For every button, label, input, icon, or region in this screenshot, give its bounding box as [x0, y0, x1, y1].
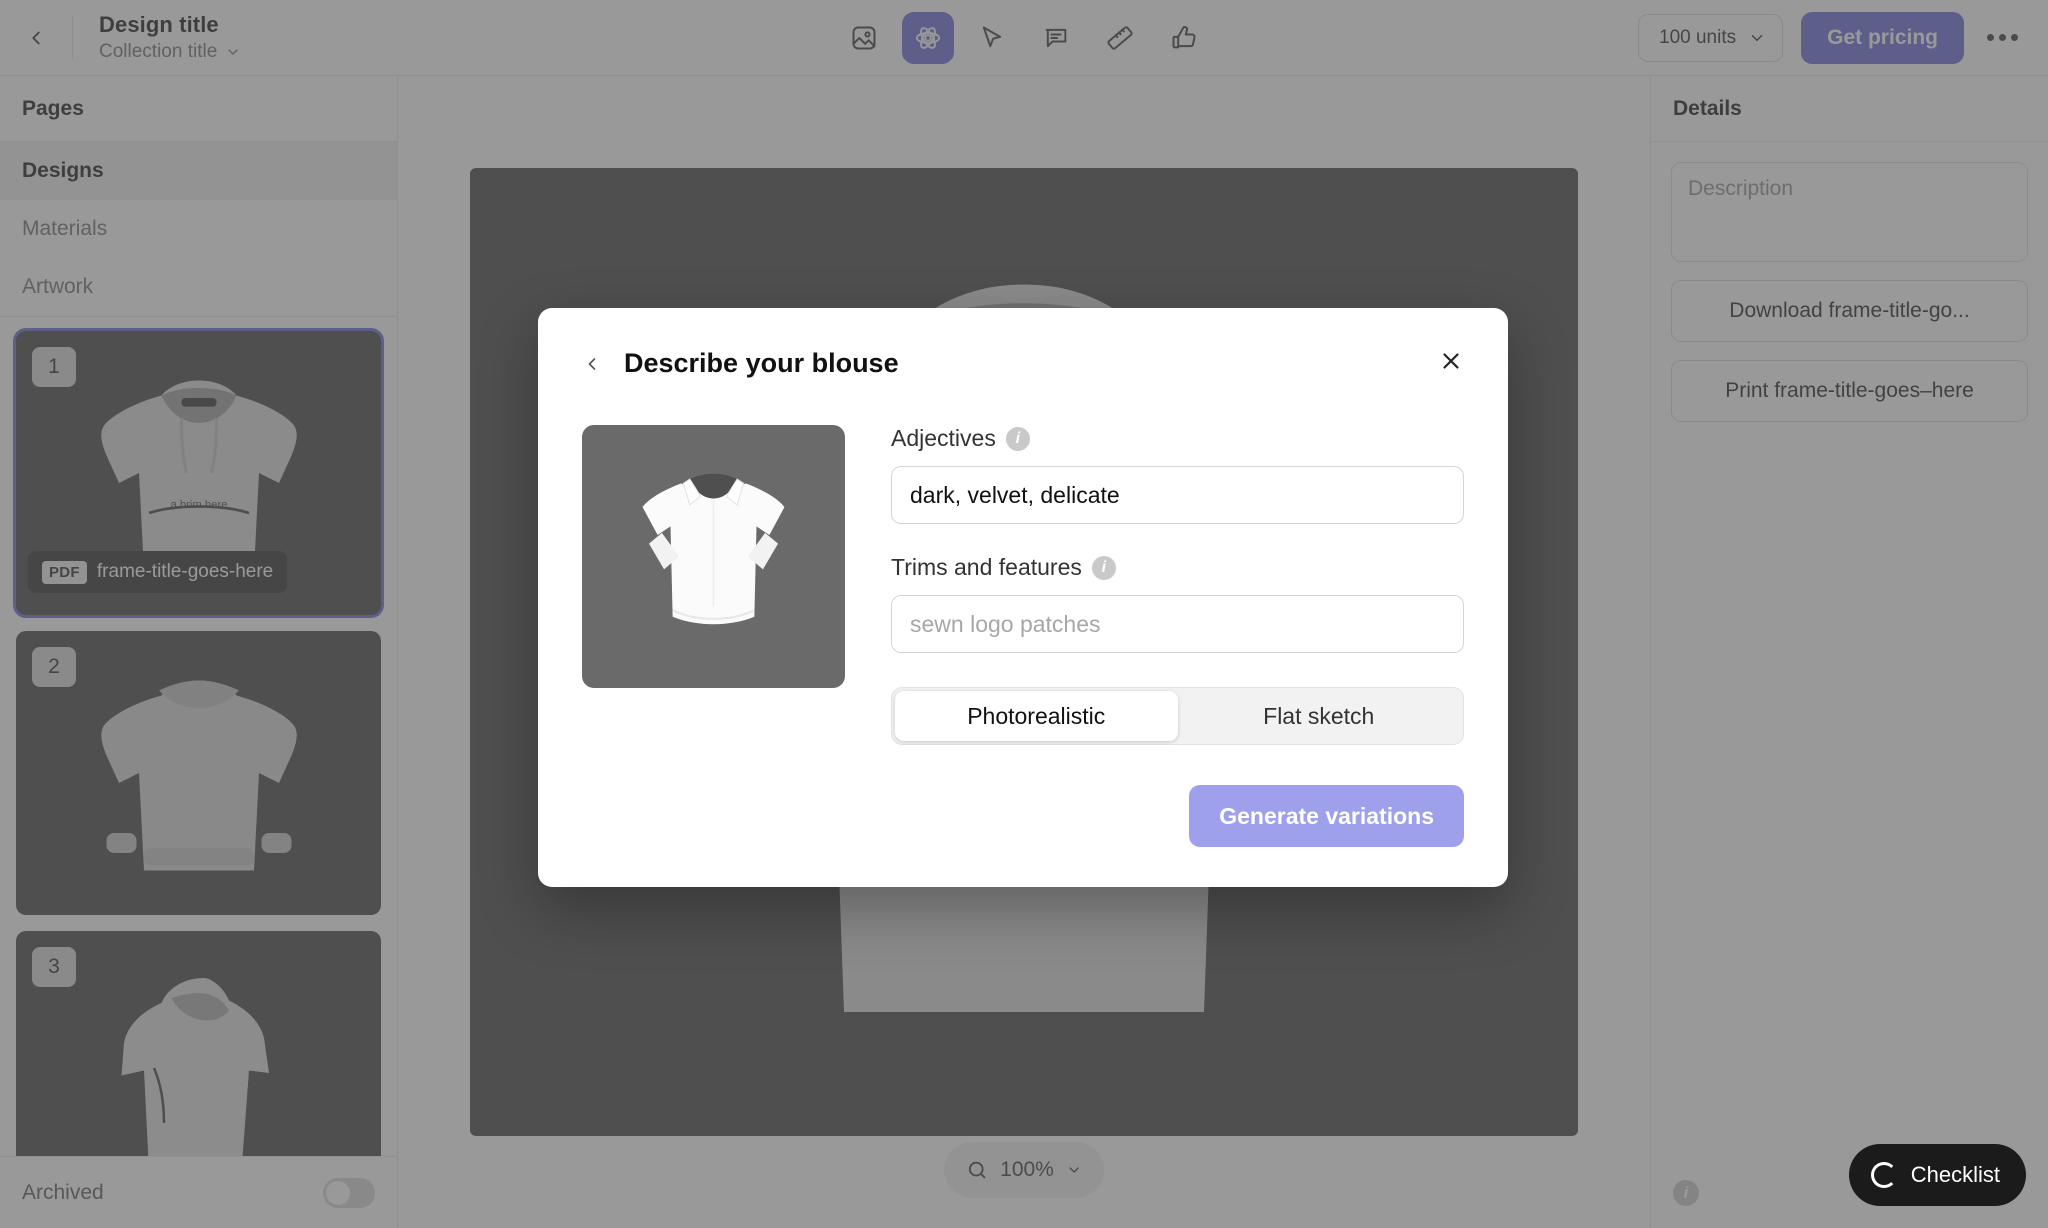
adjectives-label: Adjectives — [891, 425, 996, 451]
adjectives-input[interactable] — [891, 466, 1464, 524]
trims-label: Trims and features — [891, 554, 1082, 580]
style-option-flat-sketch[interactable]: Flat sketch — [1178, 691, 1461, 741]
style-segmented-control: Photorealistic Flat sketch — [891, 687, 1464, 745]
loading-spinner-icon — [1870, 1162, 1897, 1188]
modal-fields: Adjectives i Trims and features i Photor… — [891, 425, 1464, 745]
info-icon[interactable]: i — [1005, 426, 1030, 451]
blouse-icon — [642, 473, 785, 625]
close-icon — [1443, 353, 1459, 369]
modal-header: Describe your blouse — [582, 348, 1464, 379]
generate-variations-button[interactable]: Generate variations — [1189, 785, 1464, 847]
modal-back-button[interactable] — [582, 354, 602, 374]
style-option-photorealistic[interactable]: Photorealistic — [895, 691, 1178, 741]
checklist-button[interactable]: Checklist — [1848, 1144, 2026, 1206]
blouse-preview-image — [582, 425, 845, 688]
adjectives-label-row: Adjectives i — [891, 425, 1464, 452]
describe-garment-modal: Describe your blouse Adjectives i dark, … — [538, 308, 1508, 887]
checklist-label: Checklist — [1910, 1162, 2000, 1187]
info-icon[interactable]: i — [1091, 555, 1116, 580]
modal-close-button[interactable] — [1438, 348, 1464, 379]
app-root: Design title Collection title — [0, 0, 2048, 1228]
modal-body: Adjectives i Trims and features i Photor… — [582, 425, 1464, 745]
trims-input[interactable] — [891, 595, 1464, 653]
modal-title: Describe your blouse — [624, 348, 899, 378]
trims-label-row: Trims and features i — [891, 554, 1464, 581]
chevron-left-icon — [588, 357, 596, 370]
modal-footer: Generate variations — [582, 785, 1464, 847]
